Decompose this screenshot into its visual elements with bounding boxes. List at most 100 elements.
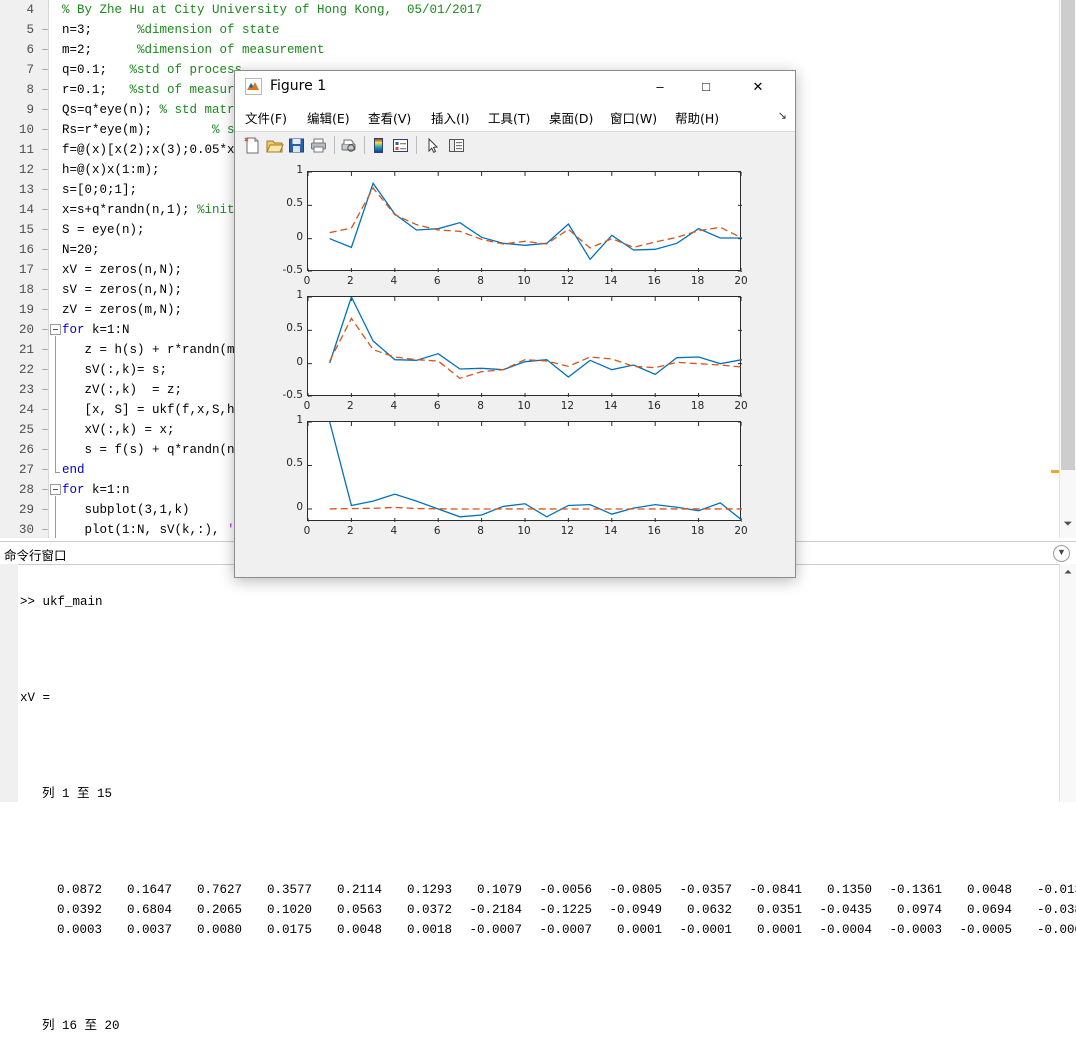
line-number: 19 — [18, 303, 34, 317]
figure-plot-canvas[interactable]: 0 2 4 6 8 10 12 14 16 18 20 -0.5 0 0.5 1 0 2 4 6 8 10 12 14 16 1… — [235, 159, 795, 577]
command-prompt-line: >> ukf_main — [20, 595, 103, 609]
executable-line-marker: – — [41, 283, 49, 297]
columns-label-2: 列 16 至 20 — [42, 1019, 120, 1033]
x-tick-label: 6 — [433, 275, 441, 287]
save-figure-icon[interactable] — [287, 136, 306, 155]
code-line[interactable]: 4 % By Zhe Hu at City University of Hong … — [0, 0, 1076, 20]
menu-item-查看v[interactable]: 查看(V) — [368, 108, 411, 127]
matlab-ide-window: 4 % By Zhe Hu at City University of Hong … — [0, 0, 1076, 1033]
menu-overflow-icon[interactable]: ↘ — [778, 109, 787, 122]
menu-item-窗口w[interactable]: 窗口(W) — [610, 108, 657, 127]
x-tick-label: 8 — [477, 525, 484, 537]
code-text: N=20; — [62, 243, 100, 257]
x-tick-label: 2 — [347, 400, 354, 412]
line-number: 10 — [18, 123, 34, 137]
matrix-cell: -0.0007 — [539, 923, 592, 937]
figure-menubar[interactable]: 文件(F) 编辑(E) 查看(V) 插入(I) 工具(T) 桌面(D) 窗口(W) 帮助(H)… — [235, 103, 795, 131]
code-text: Qs=q*eye(n); % std matrix — [62, 103, 250, 117]
matrix-cell: 0.7627 — [196, 883, 242, 897]
executable-line-marker: – — [41, 203, 49, 217]
subplot-3-axes[interactable] — [307, 421, 742, 522]
matrix-cell: 0.0037 — [126, 923, 172, 937]
x-tick-label: 12 — [560, 400, 575, 412]
editor-scrollbar-thumb[interactable] — [1061, 0, 1075, 470]
code-line[interactable]: 6– m=2; %dimension of measurement — [0, 40, 1076, 60]
print-preview-icon[interactable] — [339, 136, 358, 155]
executable-line-marker: – — [41, 343, 49, 357]
x-tick-label: 12 — [560, 275, 575, 287]
executable-line-marker: – — [41, 63, 49, 77]
x-tick-label: 4 — [390, 525, 398, 537]
matrix-cell: -0.0435 — [819, 903, 872, 917]
menu-item-文件f[interactable]: 文件(F) — [245, 108, 287, 127]
matrix-cell: -0.1361 — [889, 883, 942, 897]
x-tick-label: 6 — [433, 400, 441, 412]
editor-vertical-scrollbar[interactable]: ⏷ — [1059, 0, 1076, 538]
y-tick-label: 0 — [296, 230, 303, 243]
command-window-scrollbar[interactable]: ⏶ — [1059, 564, 1076, 802]
code-fold-toggle[interactable] — [50, 484, 61, 495]
code-text: xV(:,k) = x; — [62, 423, 175, 437]
toolbar-separator-2 — [364, 136, 365, 154]
subplot-2-axes[interactable] — [307, 296, 742, 397]
subplot-1-axes[interactable] — [307, 171, 742, 272]
property-editor-icon[interactable] — [447, 136, 466, 155]
menu-item-帮助h[interactable]: 帮助(H) — [675, 108, 719, 127]
maximize-button[interactable]: □ — [683, 71, 729, 103]
code-text: h=@(x)x(1:m); — [62, 163, 160, 177]
figure-window[interactable]: Figure 1 – □ ✕ 文件(F) 编辑(E) 查看(V) 插入(I) 工具(T)… — [234, 70, 796, 578]
x-tick-label: 14 — [604, 400, 618, 412]
matrix-cell: 0.2065 — [196, 903, 242, 917]
menu-item-桌面d[interactable]: 桌面(D) — [549, 108, 593, 127]
figure-toolbar[interactable] — [235, 131, 795, 160]
x-tick-label: 8 — [477, 275, 484, 287]
series-solid — [329, 181, 742, 261]
line-number: 27 — [18, 463, 34, 477]
executable-line-marker: – — [41, 303, 49, 317]
x-tick-label: 18 — [690, 400, 705, 412]
executable-line-marker: – — [41, 163, 49, 177]
line-number: 15 — [18, 223, 34, 237]
menu-item-工具t[interactable]: 工具(T) — [488, 108, 530, 127]
line-number: 6 — [26, 43, 34, 57]
executable-line-marker: – — [41, 183, 49, 197]
menu-item-编辑e[interactable]: 编辑(E) — [307, 108, 350, 127]
matrix-cell: 0.0001 — [756, 923, 802, 937]
x-tick-label: 20 — [734, 525, 748, 537]
code-text: r=0.1; %std of measure — [62, 83, 243, 97]
code-fold-bracket-end — [55, 472, 60, 473]
colorbar-icon[interactable] — [369, 136, 388, 155]
code-text: for k=1:N — [62, 323, 130, 337]
code-line[interactable]: 5– n=3; %dimension of state — [0, 20, 1076, 40]
code-text: S = eye(n); — [62, 223, 145, 237]
matrix-cell: 0.0632 — [686, 903, 732, 917]
y-tick-label: -0.5 — [282, 264, 304, 276]
scroll-up-arrow-icon[interactable]: ⏶ — [1060, 566, 1076, 580]
close-button[interactable]: ✕ — [735, 71, 781, 103]
code-text: [x, S] = ukf(f,x,S,h,z, — [62, 403, 258, 417]
open-file-icon[interactable] — [265, 136, 284, 155]
command-window-output[interactable]: >> ukf_main xV = 列 1 至 15 0.0872 0.1647 0.… — [20, 564, 1076, 1033]
matrix-cell: 0.0080 — [196, 923, 242, 937]
code-fold-toggle[interactable] — [50, 324, 61, 335]
matrix-cell: 0.1079 — [476, 883, 522, 897]
panel-options-chevron-icon[interactable]: ▼ — [1053, 545, 1070, 562]
print-figure-icon[interactable] — [309, 136, 328, 155]
minimize-button[interactable]: – — [637, 71, 683, 103]
scroll-down-arrow-icon[interactable]: ⏷ — [1060, 516, 1076, 532]
legend-icon[interactable] — [391, 136, 410, 155]
editor-warning-marker — [1051, 470, 1059, 473]
code-text: zV(:,k) = z; — [62, 383, 183, 397]
y-tick-label: 0.5 — [286, 457, 303, 470]
menu-item-插入i[interactable]: 插入(I) — [431, 108, 469, 127]
code-text: x=s+q*randn(n,1); %initia — [62, 203, 250, 217]
edit-plot-arrow-icon[interactable] — [423, 136, 442, 155]
matrix-cell: 0.0175 — [266, 923, 312, 937]
new-figure-icon[interactable] — [243, 136, 262, 155]
code-text: plot(1:N, sV(k,:), '-', — [62, 523, 258, 537]
code-text: subplot(3,1,k) — [62, 503, 190, 517]
matrix-cell: -0.0357 — [679, 883, 732, 897]
figure-titlebar[interactable]: Figure 1 – □ ✕ — [235, 71, 795, 103]
subplot-3-lines — [308, 422, 742, 522]
